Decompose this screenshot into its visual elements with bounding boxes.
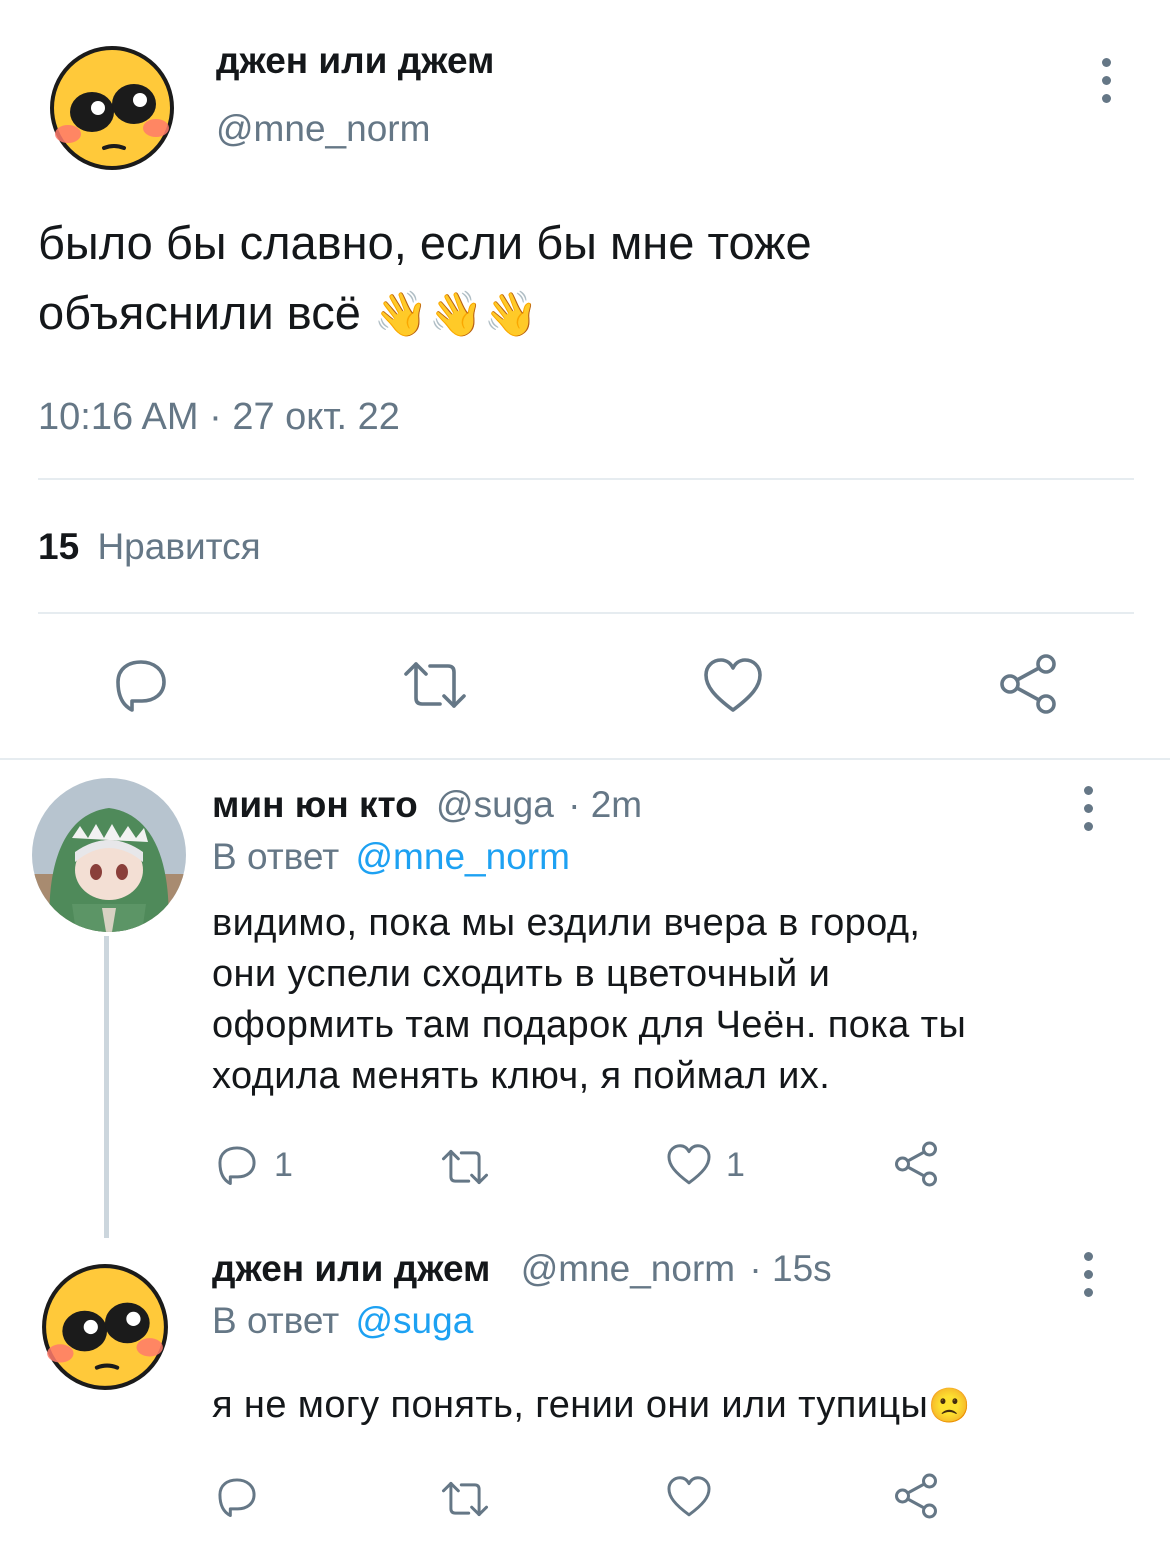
reply-time[interactable]: · 15s [749,1248,831,1289]
more-options-icon[interactable] [1100,58,1112,103]
reply-context: В ответ @mne_norm [212,836,570,878]
avatar[interactable] [32,778,186,932]
author-name[interactable]: джен или джем [216,40,494,82]
frowning-face-emoji: 🙁 [928,1387,971,1425]
waving-hands-emoji: 👋👋👋 [373,290,539,339]
retweet-icon[interactable] [440,1144,490,1195]
reply-text-line: видимо, пока мы ездили вчера в город, [212,902,921,944]
more-options-icon[interactable] [1082,1252,1094,1297]
author-name[interactable]: мин юн кто [212,784,418,825]
share-icon[interactable] [996,652,1060,716]
divider [38,612,1134,614]
likes-label: Нравится [97,526,261,567]
reply-tweet: джен или джем @mne_norm · 15s В ответ @s… [0,1238,1170,1548]
like-action[interactable]: 1 [666,1142,745,1188]
tweet-text-line-2: объяснили всё [38,286,361,339]
like-icon [667,1144,711,1185]
main-tweet: джен или джем @mne_norm было бы славно, … [0,0,1170,760]
author-handle[interactable]: @suga [436,784,554,825]
reply-to-link[interactable]: @suga [356,1300,474,1341]
divider [38,478,1134,480]
reply-context: В ответ @suga [212,1300,473,1342]
reply-icon [218,1146,256,1186]
author-name[interactable]: джен или джем [212,1248,490,1289]
tweet-text: было бы славно, если бы мне тоже объясни… [38,208,812,350]
like-icon[interactable] [666,1474,712,1525]
avatar[interactable] [40,1262,170,1392]
reply-header: мин юн кто @suga · 2m [212,784,642,826]
reply-time[interactable]: · 2m [568,784,642,825]
reply-icon[interactable] [214,1474,260,1525]
tweet-text-line: объяснили всё 👋👋👋 [38,278,812,350]
blushing-face-avatar [42,1264,168,1390]
author-handle[interactable]: @mne_norm [521,1248,735,1289]
thread-line [104,936,109,1238]
reply-text-line: оформить там подарок для Чеён. пока ты [212,1004,967,1046]
author-handle[interactable]: @mne_norm [216,108,430,150]
reply-count: 1 [274,1145,293,1184]
likes-count: 15 [38,526,80,567]
blushing-face-avatar [50,46,174,170]
doll-in-dino-hood-avatar [32,778,186,932]
reply-tweet: мин юн кто @suga · 2m В ответ @mne_norm … [0,760,1170,1238]
tweet-timestamp[interactable]: 10:16 AM · 27 окт. 22 [38,396,400,439]
like-icon[interactable] [702,656,764,716]
likes-stat[interactable]: 15 Нравится [38,526,261,568]
reply-action[interactable]: 1 [214,1142,293,1188]
reply-text: видимо, пока мы ездили вчера в город, он… [212,898,966,1102]
reply-icon[interactable] [110,654,172,716]
retweet-icon[interactable] [440,1476,490,1527]
reply-text-line: ходила менять ключ, я поймал их. [212,1055,831,1097]
share-icon[interactable] [892,1472,940,1525]
reply-prefix: В ответ [212,836,340,877]
reply-to-link[interactable]: @mne_norm [356,836,570,877]
reply-text-line: они успели сходить в цветочный и [212,953,831,995]
reply-text: я не могу понять, гении они или тупицы🙁 [212,1384,971,1427]
like-count: 1 [726,1145,745,1184]
reply-text-line: я не могу понять, гении они или тупицы [212,1384,929,1426]
retweet-icon[interactable] [402,654,468,716]
reply-header: джен или джем @mne_norm · 15s [212,1248,832,1290]
more-options-icon[interactable] [1082,786,1094,831]
share-icon[interactable] [892,1140,940,1193]
reply-prefix: В ответ [212,1300,340,1341]
tweet-text-line: было бы славно, если бы мне тоже [38,216,812,269]
avatar[interactable] [48,44,176,172]
